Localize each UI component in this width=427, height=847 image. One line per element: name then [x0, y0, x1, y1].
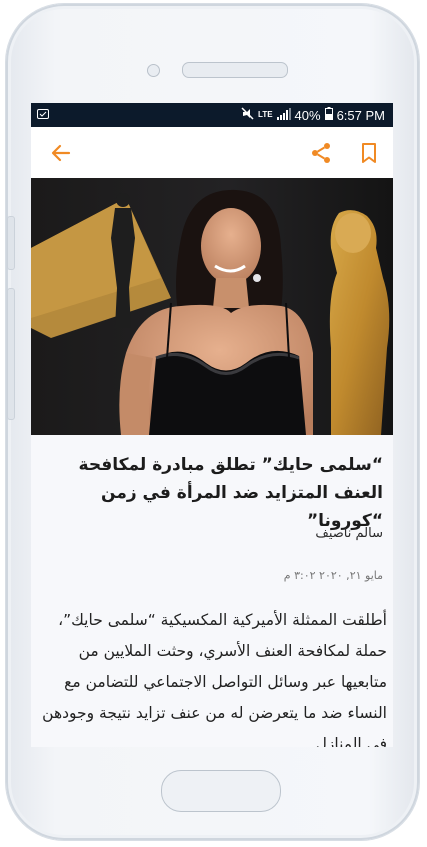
- app-bar: [31, 127, 393, 178]
- volume-button: [7, 216, 15, 270]
- battery-icon: [324, 107, 333, 123]
- article-author[interactable]: سالم ناصيف: [315, 526, 383, 541]
- mute-icon: [241, 107, 254, 123]
- lte-icon: LTE: [258, 110, 273, 119]
- share-icon[interactable]: [309, 141, 333, 165]
- clock: 6:57 PM: [336, 107, 385, 123]
- bookmark-icon[interactable]: [357, 141, 381, 165]
- article-hero-image: [31, 178, 393, 435]
- notification-icon: [37, 108, 49, 123]
- article-body: أطلقت الممثلة الأميركية المكسيكية “سلمى …: [42, 611, 387, 747]
- power-button: [7, 288, 15, 420]
- home-button[interactable]: [161, 770, 281, 812]
- article-title: “سلمى حايك” تطلق مبادرة لمكافحة العنف ال…: [78, 455, 383, 531]
- front-camera: [147, 64, 160, 77]
- status-bar: LTE 40% 6:57 PM: [31, 103, 393, 127]
- article-date: مايو ٢١, ٢٠٢٠ ٣:٠٢ م: [283, 569, 383, 582]
- screen: LTE 40% 6:57 PM “سلمى حايك” تطلق مبادرة …: [31, 103, 393, 747]
- article-content: “سلمى حايك” تطلق مبادرة لمكافحة العنف ال…: [31, 435, 393, 747]
- battery-percent: 40%: [294, 107, 321, 123]
- arrow-back-icon[interactable]: [49, 141, 73, 165]
- earpiece-speaker: [182, 62, 288, 78]
- signal-icon: [276, 107, 291, 123]
